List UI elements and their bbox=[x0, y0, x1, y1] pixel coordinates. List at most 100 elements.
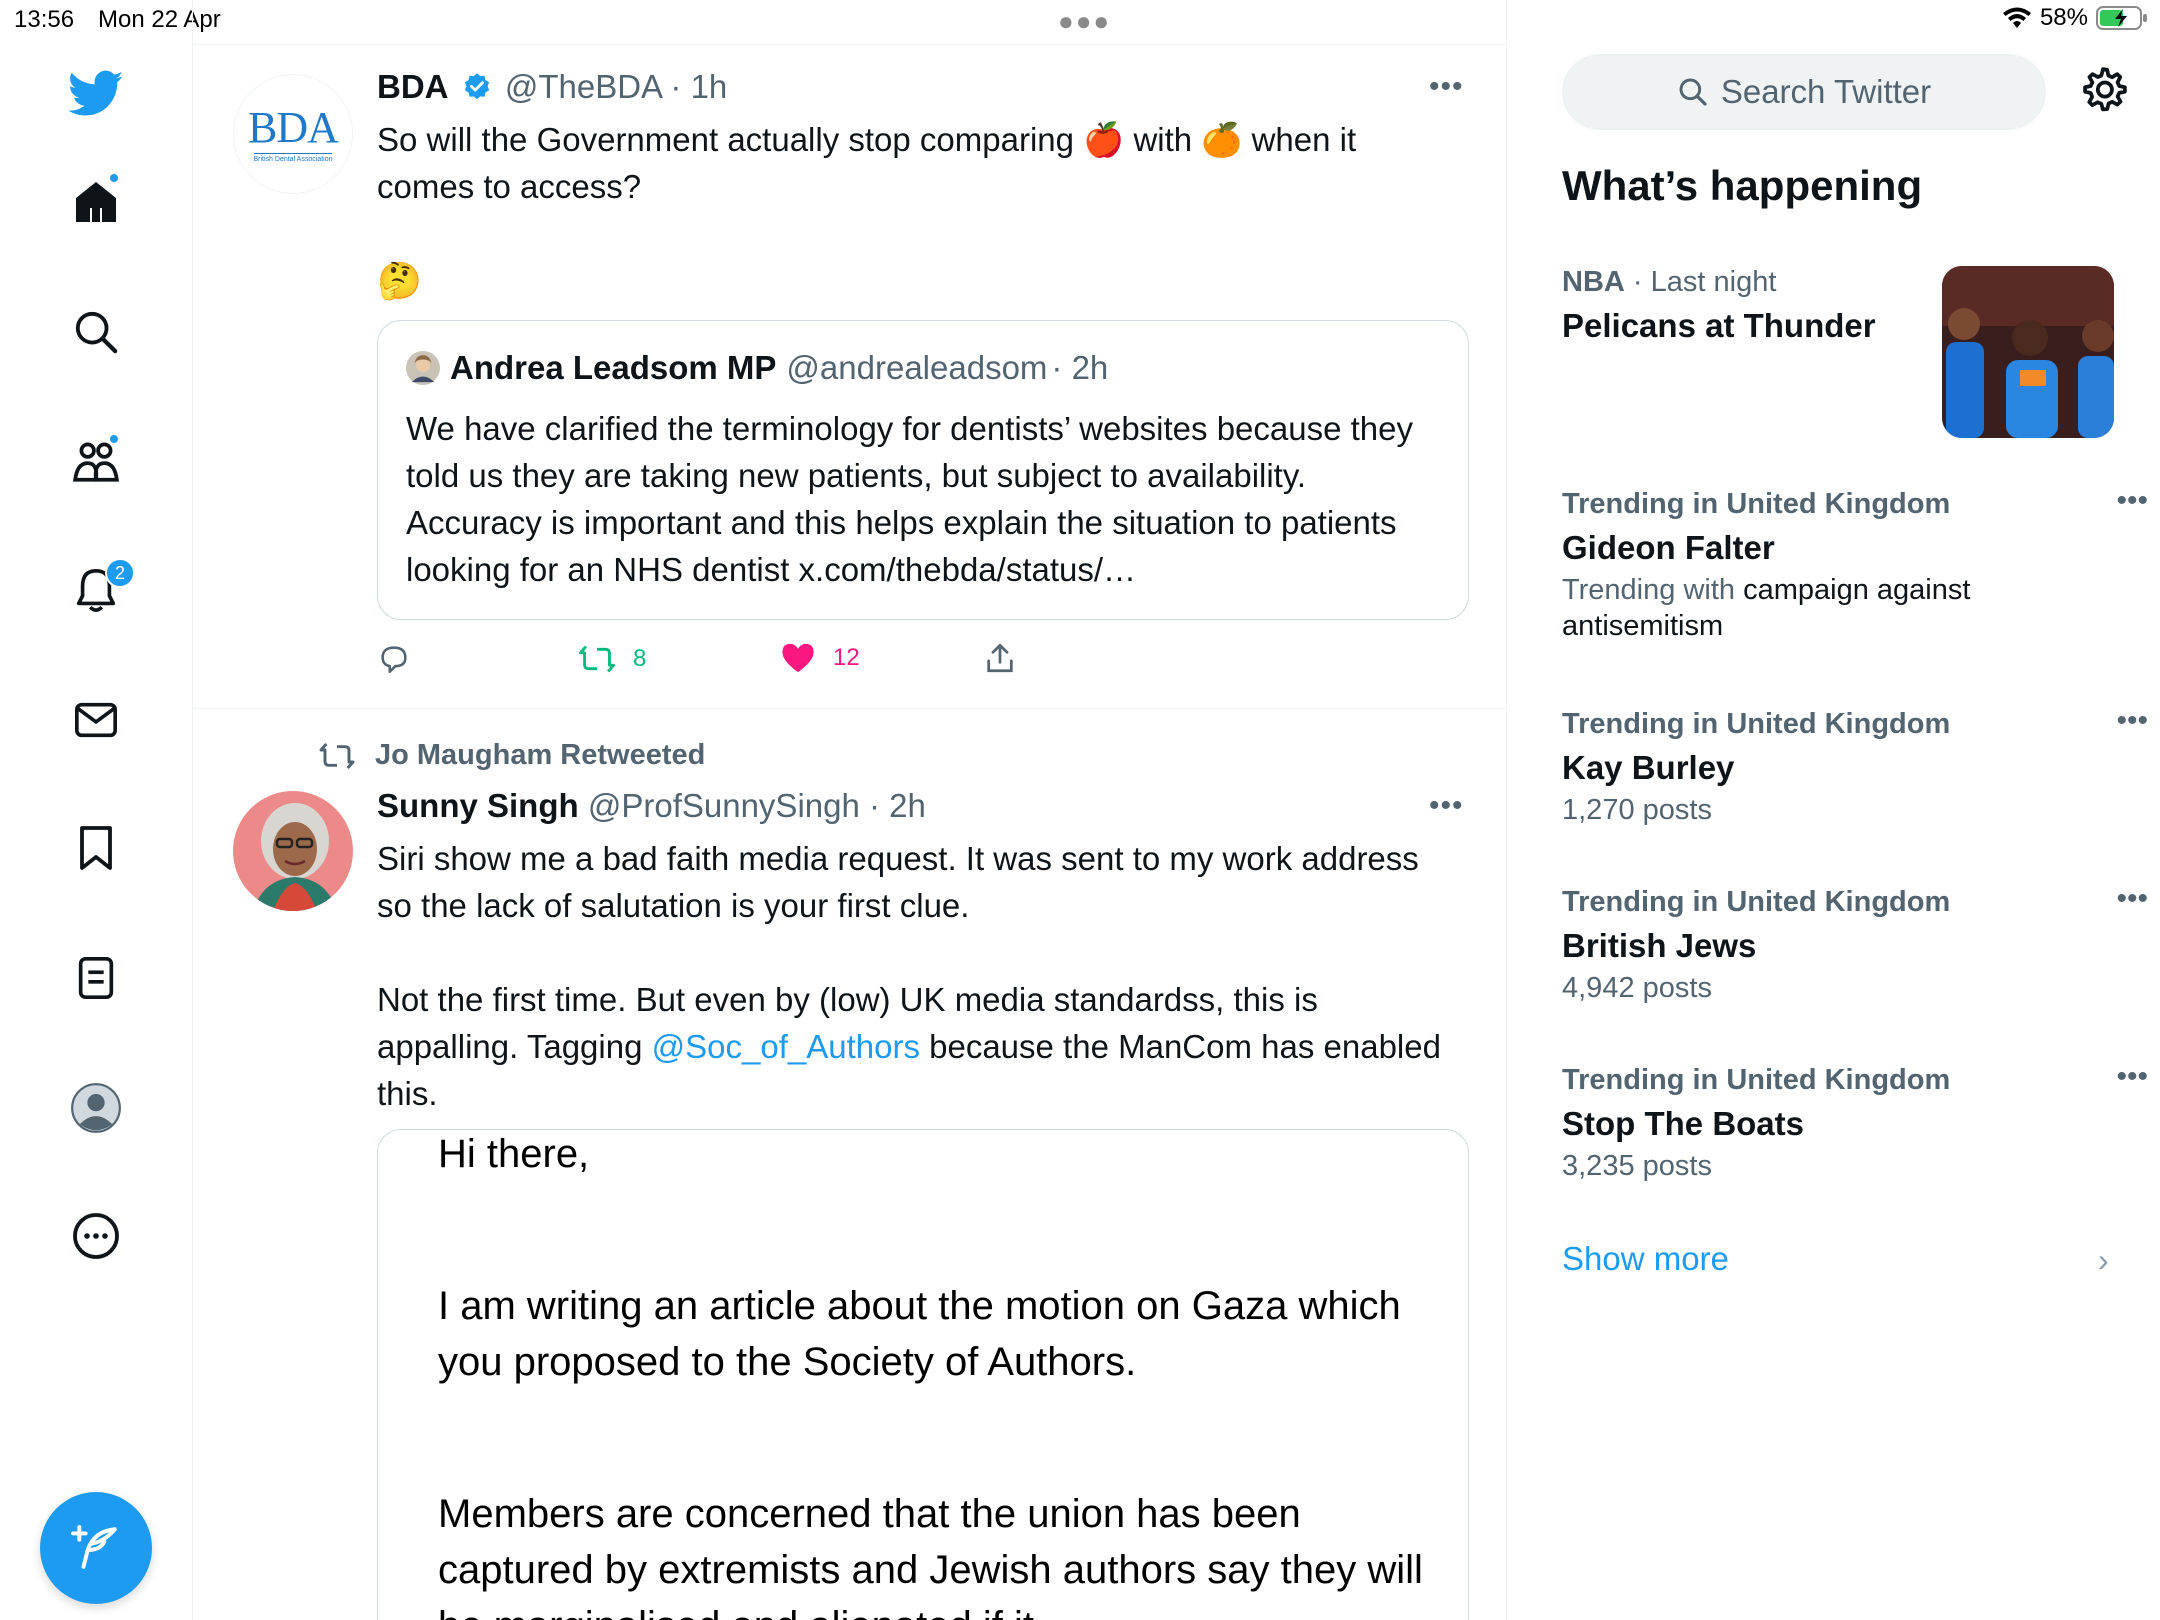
trend-item[interactable]: Trending in United Kingdom British Jews … bbox=[1562, 882, 2148, 1006]
bda-logo-text: BDA bbox=[248, 102, 339, 152]
timeline-feed[interactable]: BDA British Dental Association BDA @TheB… bbox=[193, 44, 1506, 1620]
share-button[interactable] bbox=[983, 640, 1017, 676]
tweet-time[interactable]: · 2h bbox=[869, 787, 926, 824]
trend-post-count: 3,235 posts bbox=[1562, 1150, 1712, 1182]
tweet-header: Sunny Singh @ProfSunnySingh · 2h bbox=[377, 787, 926, 825]
communities-notification-dot bbox=[108, 433, 120, 445]
trend-title: Gideon Falter bbox=[1562, 529, 1775, 566]
right-sidebar: Search Twitter What’s happening NBA · La… bbox=[1508, 40, 2160, 1620]
communities-icon[interactable] bbox=[68, 433, 124, 489]
status-right: 58% bbox=[2002, 4, 2148, 32]
tweet-more-icon[interactable]: ••• bbox=[1429, 789, 1464, 823]
trend-meta: Trending in United Kingdom bbox=[1562, 1064, 1951, 1096]
quote-author-avatar bbox=[406, 351, 440, 385]
retweeted-by-row: Jo Maugham Retweeted bbox=[317, 739, 705, 772]
messages-mail-icon[interactable] bbox=[68, 692, 124, 748]
lists-icon[interactable] bbox=[68, 950, 124, 1006]
thinking-emoji: 🤔 bbox=[377, 260, 422, 301]
tweet-author-handle[interactable]: @ProfSunnySingh bbox=[588, 787, 860, 824]
chevron-right-icon[interactable]: › bbox=[2098, 1242, 2109, 1279]
explore-search-icon[interactable] bbox=[68, 304, 124, 360]
trend-meta: Trending in United Kingdom bbox=[1562, 488, 1951, 520]
orange-emoji: 🍊 bbox=[1201, 121, 1243, 158]
mention-link[interactable]: @Soc_of_Authors bbox=[652, 1028, 920, 1065]
share-icon bbox=[987, 643, 1013, 673]
reply-button[interactable] bbox=[377, 642, 411, 676]
trend-more-icon[interactable]: ••• bbox=[2116, 704, 2148, 738]
trend-category: NBA bbox=[1562, 266, 1625, 298]
twitter-logo-icon[interactable] bbox=[68, 66, 124, 122]
trend-item[interactable]: Trending in United Kingdom Stop The Boat… bbox=[1562, 1060, 2148, 1184]
trend-more-icon[interactable]: ••• bbox=[2116, 882, 2148, 916]
trend-title: Kay Burley bbox=[1562, 749, 1735, 786]
search-box[interactable]: Search Twitter bbox=[1562, 54, 2046, 130]
tweet-author-name[interactable]: Sunny Singh bbox=[377, 787, 579, 824]
whats-happening-title: What’s happening bbox=[1562, 162, 1923, 209]
tweet-text-line2: comes to access? bbox=[377, 168, 642, 205]
tweet-sunny-singh[interactable]: Jo Maugham Retweeted Sunny Singh @ProfSu… bbox=[193, 709, 1506, 1620]
trend-item[interactable]: Trending in United Kingdom Kay Burley 1,… bbox=[1562, 704, 2148, 828]
trend-meta: Trending in United Kingdom bbox=[1562, 708, 1951, 740]
bda-logo-subtext: British Dental Association bbox=[253, 152, 333, 163]
trend-subtitle: Trending with campaign against antisemit… bbox=[1562, 572, 2122, 644]
home-icon[interactable] bbox=[68, 172, 124, 230]
tweet-bda[interactable]: BDA British Dental Association BDA @TheB… bbox=[193, 44, 1506, 708]
tweet-author-handle[interactable]: @TheBDA bbox=[505, 68, 661, 105]
notifications-badge: 2 bbox=[105, 558, 135, 588]
compose-feather-icon bbox=[71, 1525, 117, 1569]
tweet-text: So will the Government actually stop com… bbox=[377, 116, 1457, 304]
bookmarks-icon[interactable] bbox=[68, 820, 124, 876]
compose-tweet-button[interactable] bbox=[40, 1492, 152, 1604]
right-divider bbox=[1506, 0, 1507, 1620]
email-greeting: Hi there, bbox=[438, 1132, 590, 1176]
basketball-photo bbox=[1942, 266, 2114, 438]
wifi-icon bbox=[2002, 7, 2031, 28]
email-paragraph-1: I am writing an article about the motion… bbox=[438, 1284, 1401, 1384]
show-more-link[interactable]: Show more bbox=[1562, 1240, 1729, 1278]
trend-title: Stop The Boats bbox=[1562, 1105, 1805, 1142]
quote-header: Andrea Leadsom MP @andrealeadsom · 2h bbox=[406, 349, 1108, 387]
tweet-time[interactable]: · 1h bbox=[670, 68, 727, 105]
tweet-text-part: with bbox=[1133, 121, 1193, 158]
heart-filled-icon bbox=[782, 643, 814, 673]
trend-more-icon[interactable]: ••• bbox=[2116, 484, 2148, 518]
retweet-count: 8 bbox=[633, 645, 647, 672]
tweet-image-email[interactable]: Hi there, I am writing an article about … bbox=[377, 1129, 1469, 1620]
status-bar: 13:56 Mon 22 Apr ●●● 58% bbox=[0, 0, 2160, 40]
trend-title: British Jews bbox=[1562, 927, 1757, 964]
verified-badge-icon bbox=[464, 73, 489, 100]
trend-thumbnail[interactable] bbox=[1942, 266, 2114, 438]
bda-avatar[interactable]: BDA British Dental Association bbox=[233, 74, 353, 194]
trend-item[interactable]: Trending in United Kingdom Gideon Falter… bbox=[1562, 484, 2148, 644]
tweet-header: BDA @TheBDA · 1h bbox=[377, 68, 727, 106]
trend-meta: Trending in United Kingdom bbox=[1562, 886, 1951, 918]
battery-percent: 58% bbox=[2039, 4, 2088, 31]
settings-gear-icon[interactable] bbox=[2078, 66, 2128, 116]
more-options-icon[interactable] bbox=[68, 1208, 124, 1264]
battery-icon bbox=[2096, 6, 2147, 30]
multitasking-dots-icon[interactable]: ●●● bbox=[1058, 6, 1111, 37]
reply-icon bbox=[381, 646, 407, 674]
tweet-paragraph-2: Not the first time. But even by (low) UK… bbox=[377, 976, 1457, 1117]
quote-author-name[interactable]: Andrea Leadsom MP bbox=[450, 349, 776, 387]
tweet-paragraph-1: Siri show me a bad faith media request. … bbox=[377, 840, 1419, 924]
search-placeholder: Search Twitter bbox=[1720, 73, 1932, 110]
trend-more-icon[interactable]: ••• bbox=[2116, 1060, 2148, 1094]
retweet-small-icon bbox=[319, 742, 355, 769]
status-time: 13:56 bbox=[14, 6, 75, 33]
notifications-bell-icon[interactable]: 2 bbox=[68, 558, 135, 618]
retweet-icon bbox=[579, 645, 615, 673]
quote-author-handle[interactable]: @andrealeadsom bbox=[786, 349, 1047, 387]
like-count: 12 bbox=[833, 644, 860, 671]
quote-time: · 2h bbox=[1051, 349, 1109, 386]
quoted-tweet[interactable]: Andrea Leadsom MP @andrealeadsom · 2h We… bbox=[377, 320, 1469, 620]
retweeted-by-label[interactable]: Jo Maugham Retweeted bbox=[375, 739, 705, 772]
profile-avatar-icon[interactable] bbox=[68, 1080, 124, 1136]
email-paragraph-2: Members are concerned that the union has… bbox=[438, 1492, 1423, 1620]
retweet-button[interactable]: 8 bbox=[579, 642, 646, 676]
tweet-author-name[interactable]: BDA bbox=[377, 68, 449, 105]
tweet-text-line1: So will the Government actually stop com… bbox=[377, 116, 1457, 163]
sunny-singh-avatar[interactable] bbox=[233, 791, 353, 911]
tweet-more-icon[interactable]: ••• bbox=[1429, 70, 1464, 104]
like-button[interactable]: 12 bbox=[781, 642, 860, 674]
